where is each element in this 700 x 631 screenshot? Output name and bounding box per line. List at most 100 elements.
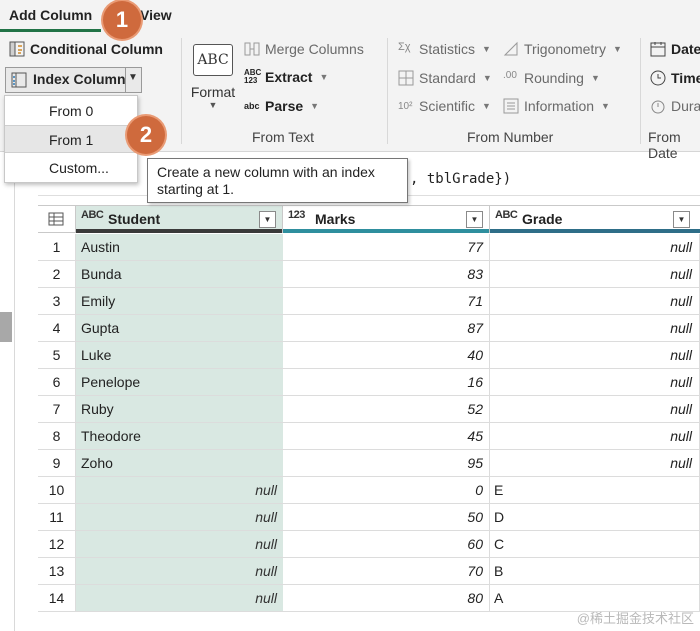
conditional-column-label: Conditional Column <box>30 41 163 57</box>
table-cell-grade[interactable]: D <box>490 504 700 531</box>
row-number[interactable]: 7 <box>38 396 76 423</box>
row-number[interactable]: 11 <box>38 504 76 531</box>
table-cell-marks[interactable]: 87 <box>283 315 490 342</box>
row-number[interactable]: 3 <box>38 288 76 315</box>
table-cell-grade[interactable]: E <box>490 477 700 504</box>
table-cell-grade[interactable]: null <box>490 342 700 369</box>
table-cell-marks[interactable]: 60 <box>283 531 490 558</box>
table-cell-marks[interactable]: 52 <box>283 396 490 423</box>
row-number[interactable]: 9 <box>38 450 76 477</box>
table-cell-grade[interactable]: C <box>490 531 700 558</box>
table-cell-student[interactable]: Bunda <box>76 261 283 288</box>
table-cell-marks[interactable]: 16 <box>283 369 490 396</box>
date-button[interactable]: Date <box>650 41 700 57</box>
row-number[interactable]: 10 <box>38 477 76 504</box>
table-cell-grade[interactable]: null <box>490 423 700 450</box>
row-number[interactable]: 2 <box>38 261 76 288</box>
duration-button[interactable]: Duration <box>650 98 700 114</box>
standard-button[interactable]: Standard ▼ <box>398 70 492 86</box>
row-number[interactable]: 12 <box>38 531 76 558</box>
filter-dropdown-icon[interactable]: ▼ <box>259 211 276 228</box>
information-button[interactable]: Information ▼ <box>503 98 610 114</box>
table-cell-grade[interactable]: null <box>490 450 700 477</box>
text-type-icon[interactable]: ABC <box>81 209 104 221</box>
row-number[interactable]: 13 <box>38 558 76 585</box>
table-cell-grade[interactable]: null <box>490 315 700 342</box>
number-type-icon[interactable]: 123 <box>288 209 305 221</box>
table-cell-student[interactable]: null <box>76 477 283 504</box>
scientific-button[interactable]: 10² Scientific ▼ <box>398 98 491 114</box>
conditional-column-button[interactable]: Conditional Column <box>9 41 163 57</box>
format-button[interactable]: ABC Format ▼ <box>190 44 236 110</box>
table-cell-grade[interactable]: null <box>490 234 700 261</box>
merge-columns-label: Merge Columns <box>265 41 364 57</box>
menu-item-from-0[interactable]: From 0 <box>5 97 137 125</box>
tab-view[interactable]: View <box>140 7 172 23</box>
table-cell-student[interactable]: Gupta <box>76 315 283 342</box>
table-cell-student[interactable]: Luke <box>76 342 283 369</box>
row-number[interactable]: 4 <box>38 315 76 342</box>
table-cell-student[interactable]: Austin <box>76 234 283 261</box>
table-cell-student[interactable]: Emily <box>76 288 283 315</box>
parse-icon: abc <box>244 101 260 111</box>
table-cell-grade[interactable]: null <box>490 369 700 396</box>
watermark: @稀土掘金技术社区 <box>576 611 694 626</box>
column-header-student[interactable]: ABC Student ▼ <box>76 205 283 233</box>
menu-item-custom[interactable]: Custom... <box>5 154 137 182</box>
row-number[interactable]: 5 <box>38 342 76 369</box>
table-cell-marks[interactable]: 77 <box>283 234 490 261</box>
menu-item-from-1[interactable]: From 1 <box>5 125 137 153</box>
table-cell-marks[interactable]: 70 <box>283 558 490 585</box>
formula-text[interactable]: , tblGrade}) <box>410 171 511 187</box>
table-cell-grade[interactable]: null <box>490 396 700 423</box>
index-column-button[interactable]: Index Column ▼ <box>5 67 142 93</box>
extract-button[interactable]: ABC 123 Extract ▼ <box>244 69 328 86</box>
table-cell-student[interactable]: Theodore <box>76 423 283 450</box>
table-cell-student[interactable]: null <box>76 558 283 585</box>
filter-dropdown-icon[interactable]: ▼ <box>673 211 690 228</box>
table-cell-marks[interactable]: 95 <box>283 450 490 477</box>
column-header-label: Student <box>108 211 161 227</box>
statistics-label: Statistics <box>419 41 476 57</box>
table-cell-student[interactable]: Penelope <box>76 369 283 396</box>
tab-add-column[interactable]: Add Column <box>0 0 102 32</box>
text-type-icon[interactable]: ABC <box>495 209 518 221</box>
duration-label: Duration <box>671 98 700 114</box>
statistics-button[interactable]: Σχ Statistics ▼ <box>398 41 491 57</box>
index-column-dropdown-icon[interactable]: ▼ <box>128 72 138 83</box>
row-number[interactable]: 1 <box>38 234 76 261</box>
row-number[interactable]: 6 <box>38 369 76 396</box>
merge-columns-button[interactable]: Merge Columns <box>244 41 364 57</box>
time-button[interactable]: Time <box>650 70 700 86</box>
table-cell-marks[interactable]: 80 <box>283 585 490 612</box>
from-date-group-label: From Date <box>648 129 681 161</box>
table-cell-grade[interactable]: null <box>490 261 700 288</box>
table-cell-student[interactable]: null <box>76 585 283 612</box>
parse-button[interactable]: abc Parse ▼ <box>244 98 319 114</box>
table-cell-grade[interactable]: B <box>490 558 700 585</box>
table-cell-marks[interactable]: 40 <box>283 342 490 369</box>
rounding-icon: .00 <box>503 70 517 81</box>
trigonometry-button[interactable]: Trigonometry ▼ <box>503 41 622 57</box>
table-cell-marks[interactable]: 0 <box>283 477 490 504</box>
table-cell-grade[interactable]: null <box>490 288 700 315</box>
table-cell-marks[interactable]: 71 <box>283 288 490 315</box>
column-header-grade[interactable]: ABC Grade ▼ <box>490 205 700 233</box>
table-cell-marks[interactable]: 45 <box>283 423 490 450</box>
step-badge-1: 1 <box>103 1 141 39</box>
filter-dropdown-icon[interactable]: ▼ <box>466 211 483 228</box>
table-cell-student[interactable]: Ruby <box>76 396 283 423</box>
table-icon <box>48 211 64 227</box>
table-cell-student[interactable]: null <box>76 504 283 531</box>
pane-grip[interactable] <box>0 312 12 342</box>
rounding-button[interactable]: .00 Rounding ▼ <box>503 70 600 86</box>
table-corner[interactable] <box>38 205 76 233</box>
table-cell-marks[interactable]: 50 <box>283 504 490 531</box>
table-cell-marks[interactable]: 83 <box>283 261 490 288</box>
row-number[interactable]: 14 <box>38 585 76 612</box>
column-header-marks[interactable]: 123 Marks ▼ <box>283 205 490 233</box>
row-number[interactable]: 8 <box>38 423 76 450</box>
table-cell-student[interactable]: Zoho <box>76 450 283 477</box>
table-cell-student[interactable]: null <box>76 531 283 558</box>
tooltip-line: Create a new column with an index <box>157 164 375 180</box>
